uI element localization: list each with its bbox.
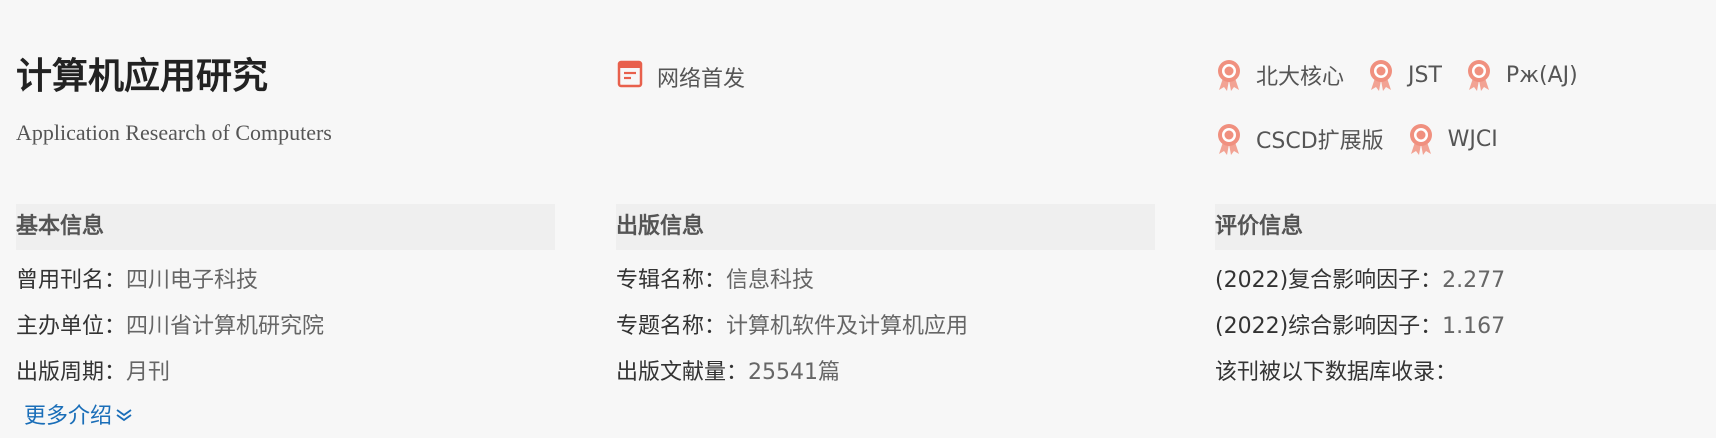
info-label: 出版文献量： bbox=[616, 360, 749, 385]
info-label: 专题名称： bbox=[616, 314, 727, 339]
award-ribbon-icon bbox=[1366, 58, 1396, 92]
info-row: 出版文献量：25541篇 bbox=[616, 350, 1155, 396]
info-value: 2.277 bbox=[1442, 268, 1506, 293]
first-publish-badge: 网络首发 bbox=[617, 60, 745, 94]
info-row: (2022)综合影响因子：1.167 bbox=[1215, 304, 1716, 350]
info-value: 25541篇 bbox=[748, 360, 841, 385]
basic-info-section: 基本信息 曾用刊名：四川电子科技 主办单位：四川省计算机研究院 出版周期：月刊 bbox=[16, 204, 555, 396]
info-value: 四川省计算机研究院 bbox=[126, 314, 325, 339]
tag-wjci[interactable]: WJCI bbox=[1406, 122, 1498, 156]
tag-label: Рж(AJ) bbox=[1505, 62, 1578, 88]
info-label: 曾用刊名： bbox=[16, 268, 127, 293]
info-row: 主办单位：四川省计算机研究院 bbox=[16, 304, 555, 350]
info-row: (2022)复合影响因子：2.277 bbox=[1215, 258, 1716, 304]
info-label: (2022)综合影响因子： bbox=[1215, 314, 1443, 339]
info-value: 四川电子科技 bbox=[126, 268, 259, 293]
tag-rj-aj[interactable]: Рж(AJ) bbox=[1464, 58, 1578, 92]
info-label: 主办单位： bbox=[16, 314, 127, 339]
publication-info-section: 出版信息 专辑名称：信息科技 专题名称：计算机软件及计算机应用 出版文献量：25… bbox=[616, 204, 1155, 396]
info-value: 1.167 bbox=[1442, 314, 1506, 339]
tag-label: WJCI bbox=[1447, 126, 1498, 152]
journal-title-cn: 计算机应用研究 bbox=[16, 55, 269, 97]
journal-title-en: Application Research of Computers bbox=[16, 120, 332, 145]
section-header: 评价信息 bbox=[1215, 204, 1716, 250]
award-ribbon-icon bbox=[1214, 58, 1244, 92]
award-ribbon-icon bbox=[1406, 122, 1436, 156]
document-icon bbox=[617, 60, 643, 94]
first-publish-label: 网络首发 bbox=[657, 67, 746, 92]
index-tags: 北大核心 JST Рж(AJ) CSCD扩展版 WJCI bbox=[1214, 58, 1694, 186]
section-header: 出版信息 bbox=[616, 204, 1155, 250]
info-row: 专辑名称：信息科技 bbox=[616, 258, 1155, 304]
evaluation-info-section: 评价信息 (2022)复合影响因子：2.277 (2022)综合影响因子：1.1… bbox=[1215, 204, 1716, 396]
info-value: 月刊 bbox=[126, 360, 171, 385]
tag-label: CSCD扩展版 bbox=[1256, 129, 1384, 154]
info-value: 信息科技 bbox=[726, 268, 815, 293]
tag-label: JST bbox=[1408, 62, 1442, 88]
info-value: 计算机软件及计算机应用 bbox=[726, 314, 969, 339]
info-row: 该刊被以下数据库收录： bbox=[1215, 350, 1716, 396]
info-label: (2022)复合影响因子： bbox=[1215, 268, 1443, 293]
info-label: 该刊被以下数据库收录： bbox=[1215, 360, 1458, 385]
info-label: 专辑名称： bbox=[616, 268, 727, 293]
tag-cscd-extended[interactable]: CSCD扩展版 bbox=[1214, 122, 1384, 156]
award-ribbon-icon bbox=[1214, 122, 1244, 156]
info-row: 专题名称：计算机软件及计算机应用 bbox=[616, 304, 1155, 350]
info-row: 出版周期：月刊 bbox=[16, 350, 555, 396]
tag-jst[interactable]: JST bbox=[1366, 58, 1442, 92]
award-ribbon-icon bbox=[1464, 58, 1494, 92]
section-header: 基本信息 bbox=[16, 204, 555, 250]
double-chevron-down-icon bbox=[114, 406, 134, 422]
tag-pku-core[interactable]: 北大核心 bbox=[1214, 58, 1344, 92]
more-intro-label: 更多介绍 bbox=[24, 404, 113, 429]
more-intro-link[interactable]: 更多介绍 bbox=[24, 398, 134, 430]
tag-label: 北大核心 bbox=[1256, 65, 1345, 90]
info-label: 出版周期： bbox=[16, 360, 127, 385]
info-row: 曾用刊名：四川电子科技 bbox=[16, 258, 555, 304]
